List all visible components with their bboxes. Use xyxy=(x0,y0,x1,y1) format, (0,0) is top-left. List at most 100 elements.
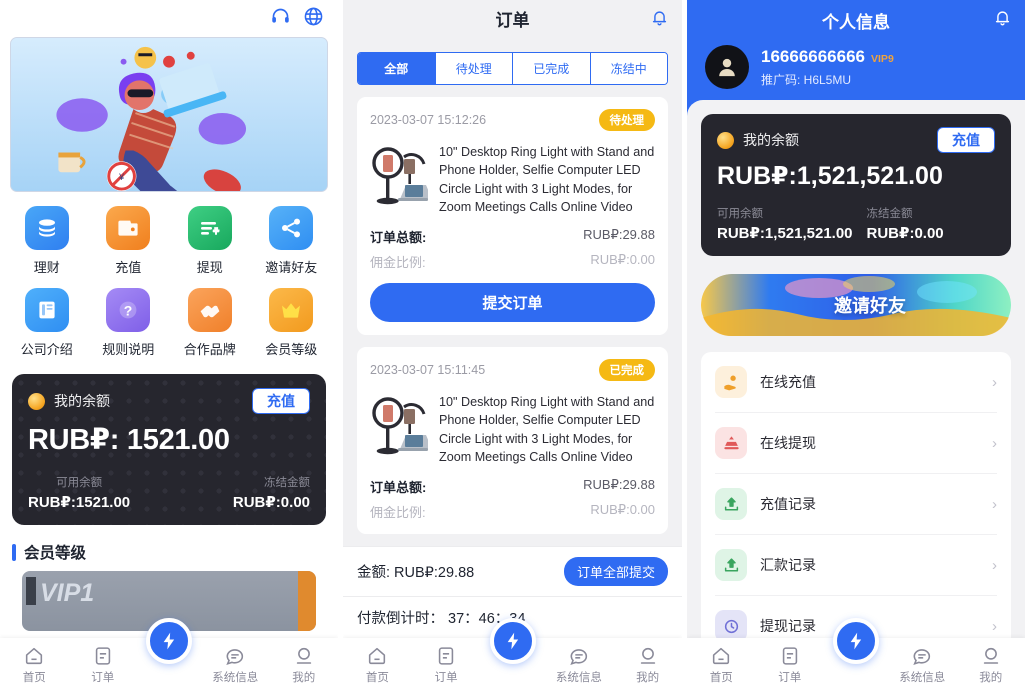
tab-home[interactable]: 首页 xyxy=(343,638,412,685)
menu-item-label: 汇款记录 xyxy=(760,557,816,573)
frozen-balance-block: 冻结金额 RUB₽:0.00 xyxy=(233,474,310,511)
submit-all-orders-button[interactable]: 订单全部提交 xyxy=(563,557,668,586)
wallet-icon xyxy=(106,206,151,250)
promo-code: 推广码: H6L5MU xyxy=(761,72,852,87)
profile-balance-card: 我的余额 充值 RUB₽:1,521,521.00 可用余额 RUB₽:1,52… xyxy=(701,114,1011,256)
quick-action-withdraw[interactable]: 提现 xyxy=(169,206,251,276)
order-commission-value: RUB₽:0.00 xyxy=(590,502,655,517)
bell-icon[interactable] xyxy=(650,8,669,27)
tab-mine[interactable]: 我的 xyxy=(270,638,339,685)
quick-action-licai[interactable]: 理财 xyxy=(6,206,88,276)
quick-action-vip[interactable]: 会员等级 xyxy=(251,288,333,358)
vip-card-edge xyxy=(298,571,316,632)
balance-title-row: 我的余额 xyxy=(28,391,110,411)
tab-frozen[interactable]: 冻结中 xyxy=(590,53,667,84)
user-phone: 16666666666 xyxy=(761,46,866,66)
tab-mine[interactable]: 我的 xyxy=(613,638,682,685)
tab-system-messages[interactable]: 系统信息 xyxy=(888,638,957,685)
chevron-right-icon: › xyxy=(992,434,997,452)
invite-friends-banner[interactable]: 邀请好友 xyxy=(701,274,1011,336)
user-phone-row: 16666666666 VIP9 xyxy=(761,47,894,67)
tab-all[interactable]: 全部 xyxy=(358,53,436,84)
quick-action-label: 合作品牌 xyxy=(183,342,236,357)
three-panel-screenshot: ¥ 理财 充值 提现 邀请好友 公司介绍 ? 规则说明 合作品牌 会员等级 我的… xyxy=(0,0,1025,692)
tab-label: 我的 xyxy=(636,672,660,684)
order-commission-value: RUB₽:0.00 xyxy=(590,252,655,267)
tab-home[interactable]: 首页 xyxy=(0,638,69,685)
tab-pending[interactable]: 待处理 xyxy=(435,53,513,84)
menu-item-remittance-records[interactable]: 汇款记录 › xyxy=(715,535,997,596)
tab-orders[interactable]: 订单 xyxy=(412,638,481,685)
home-icon xyxy=(23,645,45,667)
order-date: 2023-03-07 15:12:26 xyxy=(370,113,487,127)
quick-action-company[interactable]: 公司介绍 xyxy=(6,288,88,358)
order-card[interactable]: 2023-03-07 15:11:45 已完成 10" Desktop Ring… xyxy=(357,347,668,534)
user-summary[interactable]: 16666666666 VIP9 推广码: H6L5MU xyxy=(687,33,1025,89)
product-thumbnail xyxy=(370,143,432,209)
home-icon xyxy=(710,645,732,667)
share-icon xyxy=(269,206,314,250)
quick-action-label: 理财 xyxy=(33,260,60,275)
menu-item-label: 在线提现 xyxy=(760,435,816,451)
book-icon xyxy=(24,288,69,332)
menu-item-label: 充值记录 xyxy=(760,496,816,512)
tab-mine[interactable]: 我的 xyxy=(957,638,1025,685)
tab-home[interactable]: 首页 xyxy=(687,638,756,685)
coin-icon xyxy=(28,392,45,410)
order-list-icon xyxy=(435,645,457,667)
order-status-badge: 待处理 xyxy=(598,109,655,131)
order-card[interactable]: 2023-03-07 15:12:26 待处理 10" Desktop Ring… xyxy=(357,97,668,335)
tab-label: 首页 xyxy=(22,672,46,684)
available-balance-label: 可用余额 xyxy=(56,477,103,490)
menu-item-topup-records[interactable]: 充值记录 › xyxy=(715,474,997,535)
quick-action-label: 提现 xyxy=(196,260,223,275)
frozen-balance-value: RUB₽:0.00 xyxy=(866,225,944,242)
quick-action-invite[interactable]: 邀请好友 xyxy=(251,206,333,276)
message-icon xyxy=(568,645,590,667)
tab-orders[interactable]: 订单 xyxy=(756,638,825,685)
order-date: 2023-03-07 15:11:45 xyxy=(370,363,486,377)
menu-item-label: 在线充值 xyxy=(760,374,816,390)
vip-section-header: 会员等级 xyxy=(12,541,326,563)
person-icon xyxy=(293,645,315,667)
home-balance-card: 我的余额 充值 RUB₽: 1521.00 可用余额 RUB₽:1521.00 … xyxy=(12,374,326,526)
menu-item-online-withdraw[interactable]: 在线提现 › xyxy=(715,413,997,474)
orders-header: 订单 xyxy=(343,0,682,36)
lightning-fab-icon[interactable] xyxy=(146,618,192,664)
product-title: 10" Desktop Ring Light with Stand and Ph… xyxy=(439,395,655,464)
quick-action-rules[interactable]: ? 规则说明 xyxy=(88,288,170,358)
withdraw-list-icon xyxy=(187,206,232,250)
vip-card-tab xyxy=(26,577,36,606)
lightning-fab-icon[interactable] xyxy=(489,618,536,664)
tab-label: 我的 xyxy=(292,672,316,684)
tab-completed[interactable]: 已完成 xyxy=(513,53,591,84)
menu-item-online-topup[interactable]: 在线充值 › xyxy=(715,352,997,413)
user-vip-badge: VIP9 xyxy=(871,52,894,65)
topup-button[interactable]: 充值 xyxy=(937,127,995,153)
topup-button[interactable]: 充值 xyxy=(252,388,310,414)
quick-action-topup[interactable]: 充值 xyxy=(88,206,170,276)
fountain-icon xyxy=(715,427,747,459)
upload-box-icon xyxy=(715,488,747,520)
globe-icon[interactable] xyxy=(303,6,324,27)
frozen-balance-label: 冻结金额 xyxy=(866,208,913,220)
bottom-tabbar-profile: 首页 订单 系统信息 我的 xyxy=(687,618,1025,692)
headset-icon[interactable] xyxy=(270,6,291,27)
tab-label: 订单 xyxy=(91,672,115,684)
available-balance-block: 可用余额 RUB₽:1,521,521.00 xyxy=(717,205,853,242)
order-status-badge: 已完成 xyxy=(598,359,655,381)
lightning-fab-icon[interactable] xyxy=(833,618,879,664)
quick-action-label: 邀请好友 xyxy=(265,260,318,275)
bell-icon[interactable] xyxy=(993,8,1012,27)
quick-action-brands[interactable]: 合作品牌 xyxy=(169,288,251,358)
avatar xyxy=(705,45,749,89)
tab-system-messages[interactable]: 系统信息 xyxy=(201,638,270,685)
available-balance-block: 可用余额 RUB₽:1521.00 xyxy=(28,474,130,511)
tab-label: 订单 xyxy=(778,672,802,684)
tab-system-messages[interactable]: 系统信息 xyxy=(545,638,614,685)
tab-orders[interactable]: 订单 xyxy=(69,638,138,685)
tab-label: 首页 xyxy=(365,672,389,684)
submit-order-button[interactable]: 提交订单 xyxy=(370,283,655,322)
promo-banner[interactable]: ¥ xyxy=(10,37,328,192)
person-icon xyxy=(637,645,659,667)
